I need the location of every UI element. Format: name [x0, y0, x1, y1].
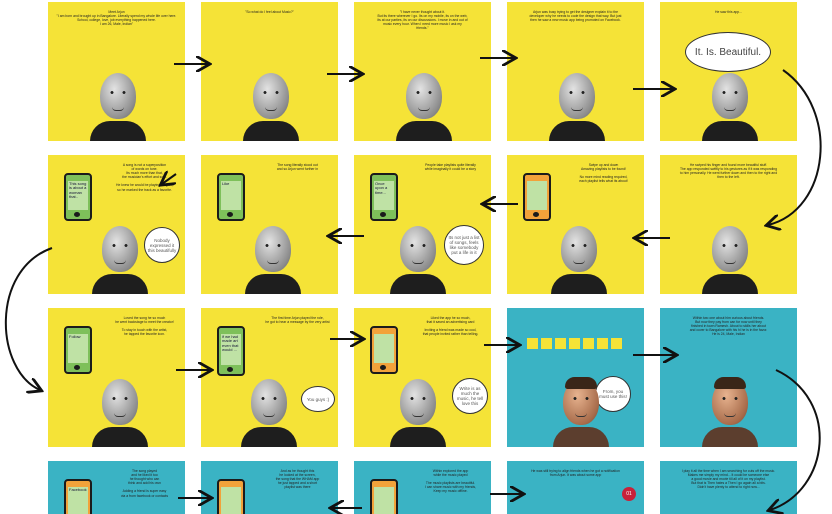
story-panel-9: Swipe up and down Amazing playlists to b… [507, 155, 644, 294]
panel-caption: Liked the app he so much, that it saved … [422, 316, 479, 337]
speech-bubble: Its not just a list of songs, feels like… [444, 225, 484, 265]
arjun-portrait [390, 375, 446, 447]
speech-bubble: Write is as much the music, he tell love… [452, 378, 488, 414]
arrow [4, 247, 53, 390]
story-panel-3: "I have never thought about it. But its … [354, 2, 491, 141]
phone-icon: Once upon a time... [370, 173, 398, 221]
panel-caption: Swipe up and down Amazing playlists to b… [579, 163, 628, 184]
phone-screen-text: Once upon a time... [374, 181, 394, 210]
panel-caption: He swiped his finger and found more beau… [679, 163, 778, 180]
story-panel-16: The song played and he liked it too he t… [48, 461, 185, 514]
panel-caption: I play it all the time when I am searchi… [681, 469, 776, 490]
panel-caption: And as he thought this he looked at the … [275, 469, 320, 490]
panel-caption: A song is not a superposition of words o… [116, 163, 173, 192]
arjun-portrait [92, 375, 148, 447]
arjun-portrait [390, 222, 446, 294]
arjun-portrait [245, 222, 301, 294]
story-panel-12: The first time Arjun played the role, he… [201, 308, 338, 447]
arjun-portrait [702, 69, 758, 141]
arjun-portrait [90, 69, 146, 141]
story-panel-7: The song literally stood out and so Arju… [201, 155, 338, 294]
phone-screen-text: This song is about a woman that.. [68, 181, 88, 210]
speech-bubble: Nobody expressed it this beautifully [144, 227, 180, 263]
panel-caption: Meet Arjun "I am born and brought up in … [56, 10, 177, 27]
arjun-portrait [241, 375, 297, 447]
story-panel-17: And as he thought this he looked at the … [201, 461, 338, 514]
story-panel-2: "So what do I feel about Music?" [201, 2, 338, 141]
phone-icon [523, 173, 551, 221]
panel-caption: "So what do I feel about Music?" [245, 10, 294, 14]
panel-caption: People take playlists quite literally wh… [424, 163, 477, 172]
panel-caption: "I have never thought about it. But its … [377, 10, 468, 31]
phone-icon: Like [217, 173, 245, 221]
arjun-portrait [551, 222, 607, 294]
arjun-portrait [702, 222, 758, 294]
story-panel-11: Loved the song he so much he went backst… [48, 308, 185, 447]
speech-bubble: It. Is. Beautiful. [685, 32, 771, 72]
phone-icon: if we had made art even that would ... [217, 326, 245, 376]
phone-screen-text: Follow [68, 334, 88, 363]
phone-icon [370, 326, 398, 374]
phone-icon: Follow [64, 326, 92, 374]
panel-caption: Loved the song he so much he went backst… [115, 316, 174, 337]
story-panel-10: He swiped his finger and found more beau… [660, 155, 797, 294]
friend-portrait [702, 375, 758, 447]
arjun-portrait [92, 222, 148, 294]
speech-bubble: You guys :) [301, 386, 335, 412]
phone-screen-text: Facebook [68, 487, 88, 514]
friend-portrait [553, 375, 609, 447]
panel-caption: He was still trying to align friends whe… [531, 469, 620, 478]
story-panel-5: He saw this app... It. Is. Beautiful. [660, 2, 797, 141]
phone-screen-text: if we had made art even that would ... [221, 334, 241, 365]
panel-caption: The song played and he liked it too he t… [120, 469, 169, 498]
panel-caption: He saw this app... [715, 10, 742, 14]
arjun-portrait [396, 69, 452, 141]
story-panel-19: He was still trying to align friends whe… [507, 461, 644, 514]
notification-badge: 01 [622, 487, 636, 501]
phone-screen-text: Like [221, 181, 241, 210]
phone-icon: This song is about a woman that.. [64, 173, 92, 221]
phone-icon [370, 479, 398, 514]
panel-caption: Arjun was busy trying to get the designe… [529, 10, 622, 23]
story-panel-8: People take playlists quite literally wh… [354, 155, 491, 294]
story-panel-6: A song is not a superposition of words o… [48, 155, 185, 294]
story-panel-4: Arjun was busy trying to get the designe… [507, 2, 644, 141]
phone-icon: Facebook [64, 479, 92, 514]
arjun-portrait [549, 69, 605, 141]
story-panel-13: Liked the app he so much, that it saved … [354, 308, 491, 447]
arjun-portrait [243, 69, 299, 141]
panel-caption: Within two one about him curious about f… [689, 316, 768, 337]
story-panel-14: From, you must use this! [507, 308, 644, 447]
story-panel-20: I play it all the time when I am searchi… [660, 461, 797, 514]
panel-caption: Within explored the app while the music … [424, 469, 477, 494]
panel-caption: The first time Arjun played the role, he… [265, 316, 330, 325]
story-panel-15: Within two one about him curious about f… [660, 308, 797, 447]
story-panel-1: Meet Arjun "I am born and brought up in … [48, 2, 185, 141]
phone-icon [217, 479, 245, 514]
playlist-tiles [527, 338, 622, 349]
story-panel-18: Within explored the app while the music … [354, 461, 491, 514]
panel-caption: The song literally stood out and so Arju… [276, 163, 319, 172]
